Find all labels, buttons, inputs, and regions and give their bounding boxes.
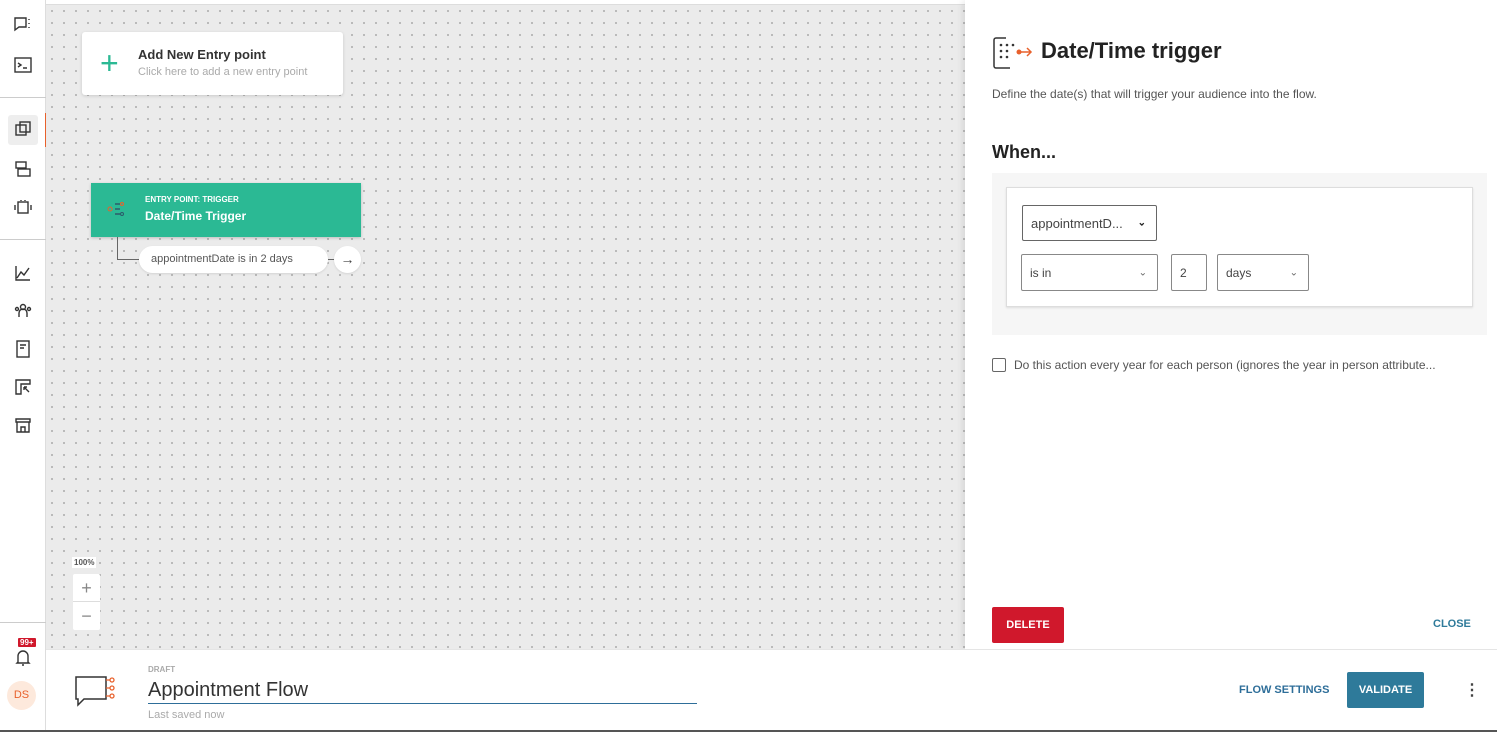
close-button[interactable]: CLOSE [1433,618,1471,630]
arrow-right-icon[interactable]: → [334,246,361,273]
catalog-icon[interactable] [8,334,38,364]
connector-line [117,237,139,260]
zoom-level: 100% [72,557,97,568]
notification-badge: 99+ [18,638,36,647]
flow-footer: DRAFT Appointment Flow Last saved now FL… [46,649,1497,732]
yearly-checkbox[interactable] [992,358,1006,372]
when-heading: When... [992,142,1056,162]
more-options-icon[interactable]: ⋮ [1464,680,1480,700]
sidebar-divider [0,97,46,98]
chevron-down-icon: ⌄ [1137,217,1146,229]
trigger-icon [107,202,124,216]
flow-icon [75,676,115,707]
status-label: DRAFT [148,665,176,674]
analytics-icon[interactable] [8,258,38,288]
sidebar-divider [0,622,46,623]
plus-icon: + [100,45,119,81]
attribute-value: appointmentD... [1031,215,1123,231]
trigger-settings-panel: Date/Time trigger Define the date(s) tha… [965,0,1497,649]
date-trigger-icon [993,37,1033,69]
templates-icon[interactable] [8,154,38,184]
amount-input[interactable]: 2 [1171,254,1207,291]
last-saved: Last saved now [148,709,225,721]
add-entry-subtitle: Click here to add a new entry point [138,66,308,78]
operator-select[interactable]: is in ⌄ [1021,254,1158,291]
delete-button[interactable]: DELETE [992,607,1064,643]
campaign-icon[interactable] [8,372,38,402]
sidebar: 99+ DS [0,0,46,732]
chevron-down-icon: ⌄ [1289,267,1298,278]
when-container: appointmentD... ⌄ is in ⌄ 2 days ⌄ [992,173,1487,335]
unit-select[interactable]: days ⌄ [1217,254,1309,291]
add-entry-point-card[interactable]: + Add New Entry point Click here to add … [82,32,343,95]
trigger-name: Date/Time Trigger [145,209,247,223]
bot-icon[interactable] [8,192,38,222]
unit-value: days [1226,265,1252,280]
zoom-out-button[interactable]: − [73,602,100,630]
flow-name-input[interactable]: Appointment Flow [148,679,697,704]
audience-icon[interactable] [8,296,38,326]
flow-settings-button[interactable]: FLOW SETTINGS [1239,684,1329,696]
avatar[interactable]: DS [7,681,36,710]
panel-title: Date/Time trigger [1041,38,1222,63]
zoom-controls: + − [73,574,100,630]
flow-canvas[interactable]: + Add New Entry point Click here to add … [46,4,965,649]
flows-icon[interactable] [8,115,38,145]
operator-value: is in [1030,265,1052,280]
zoom-in-button[interactable]: + [73,574,100,602]
yearly-option: Do this action every year for each perso… [992,358,1436,372]
attribute-select[interactable]: appointmentD... ⌄ [1022,205,1157,241]
yearly-checkbox-label[interactable]: Do this action every year for each perso… [1014,358,1436,372]
trigger-kicker: ENTRY POINT: TRIGGER [145,195,239,204]
panel-description: Define the date(s) that will trigger you… [992,87,1317,101]
condition-card: appointmentD... ⌄ is in ⌄ 2 days ⌄ [1006,187,1473,307]
amount-value: 2 [1180,265,1187,280]
add-entry-title: Add New Entry point [138,47,266,62]
chevron-down-icon: ⌄ [1138,267,1147,278]
terminal-icon[interactable] [8,50,38,80]
chat-menu-icon[interactable] [8,10,38,40]
trigger-node[interactable]: ENTRY POINT: TRIGGER Date/Time Trigger [91,183,361,237]
validate-button[interactable]: VALIDATE [1347,672,1424,708]
store-icon[interactable] [8,410,38,440]
sidebar-divider [0,239,46,240]
condition-pill[interactable]: appointmentDate is in 2 days [139,246,328,273]
